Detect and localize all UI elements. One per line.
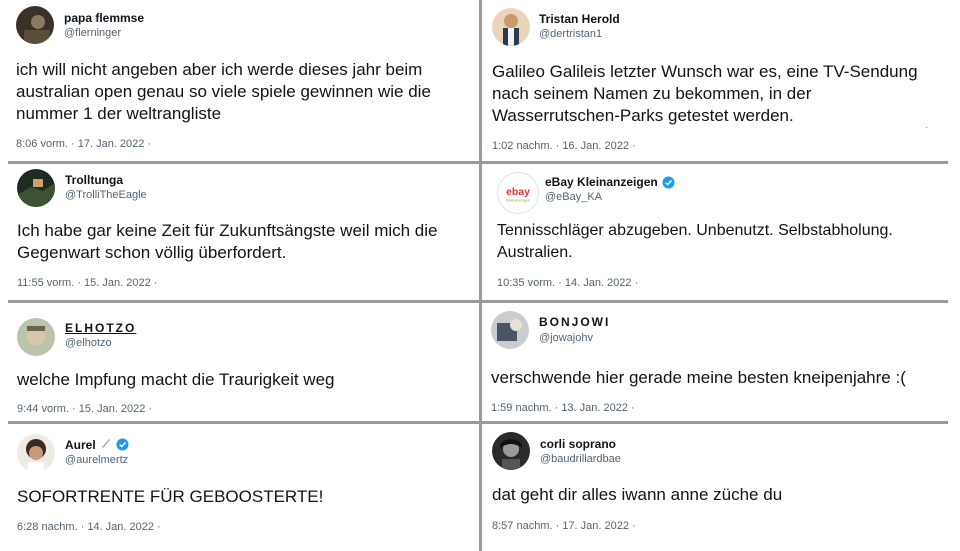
tweet-card[interactable]: Tristan Herold @dertristan1 Galileo Gali… [483, 0, 948, 160]
verified-badge-icon [662, 175, 675, 189]
user-handle[interactable]: @eBay_KA [545, 191, 602, 203]
avatar[interactable] [492, 8, 530, 46]
tweet-text: dat geht dir alles iwann anne züche du [492, 485, 783, 504]
user-handle[interactable]: @elhotzo [65, 337, 112, 349]
tweet-card[interactable]: Aurel @aurelmertz SOFORTRENTE FÜR GEBOOS… [8, 424, 478, 551]
tweet-card[interactable]: Trolltunga @TrolliTheEagle Ich habe gar … [8, 164, 478, 299]
svg-text:Kleinanzeigen: Kleinanzeigen [506, 199, 530, 203]
display-name[interactable]: ELHOTZO [65, 321, 136, 335]
tweet-text: welche Impfung macht die Traurigkeit weg [17, 370, 335, 389]
avatar[interactable] [17, 169, 55, 207]
user-handle[interactable]: @flerninger [64, 27, 121, 39]
avatar[interactable]: ebay Kleinanzeigen [497, 172, 539, 214]
display-name[interactable]: Tristan Herold [539, 12, 620, 26]
tweet-text: ich will nicht angeben aber ich werde di… [16, 60, 431, 123]
tweet-text: Tennisschläger abzugeben. Unbenutzt. Sel… [497, 222, 893, 261]
tweet-timestamp[interactable]: 6:28 nachm. · 14. Jan. 2022 · [17, 521, 161, 533]
tweet-card[interactable]: ebay Kleinanzeigen eBay Kleinanzeigen @e… [483, 164, 948, 299]
tweet-card[interactable]: corli soprano @baudrillardbae dat geht d… [483, 424, 948, 551]
tweet-timestamp[interactable]: 1:02 nachm. · 16. Jan. 2022 · [492, 140, 636, 152]
user-handle[interactable]: @aurelmertz [65, 454, 128, 466]
user-handle[interactable]: @jowajohv [539, 332, 593, 344]
tweet-text: SOFORTRENTE FÜR GEBOOSTERTE! [17, 487, 324, 506]
display-name[interactable]: Aurel [65, 437, 129, 452]
tweet-card[interactable]: papa flemmse @flerninger ich will nicht … [8, 0, 478, 160]
display-name[interactable]: BONJOWI [539, 315, 610, 329]
tweet-timestamp[interactable]: 10:35 vorm. · 14. Jan. 2022 · [497, 277, 638, 289]
display-name[interactable]: corli soprano [540, 437, 616, 451]
avatar[interactable] [492, 432, 530, 470]
tweet-text: Ich habe gar keine Zeit für Zukunftsängs… [17, 221, 438, 262]
user-handle[interactable]: @baudrillardbae [540, 453, 621, 465]
verified-badge-icon [116, 438, 129, 451]
tweet-timestamp[interactable]: 1:59 nachm. · 13. Jan. 2022 · [491, 402, 635, 414]
tweet-text: verschwende hier gerade meine besten kne… [491, 368, 906, 387]
avatar[interactable] [17, 434, 55, 472]
tweet-card[interactable]: BONJOWI @jowajohv verschwende hier gerad… [483, 303, 948, 420]
user-handle[interactable]: @dertristan1 [539, 28, 602, 40]
tweet-timestamp[interactable]: 8:57 nachm. · 17. Jan. 2022 · [492, 520, 636, 532]
tweet-text: Galileo Galileis letzter Wunsch war es, … [492, 62, 918, 125]
ebay-logo-icon: ebay [506, 187, 530, 198]
column-divider [479, 0, 482, 551]
tweet-timestamp[interactable]: 11:55 vorm. · 15. Jan. 2022 · [17, 277, 157, 289]
tweet-timestamp[interactable]: 8:06 vorm. · 17. Jan. 2022 · [16, 138, 151, 150]
rocket-icon [100, 437, 112, 452]
display-name[interactable]: Trolltunga [65, 173, 123, 187]
display-name[interactable]: eBay Kleinanzeigen [545, 175, 675, 189]
user-handle[interactable]: @TrolliTheEagle [65, 189, 147, 201]
avatar[interactable] [17, 318, 55, 356]
tweet-card[interactable]: ELHOTZO @elhotzo welche Impfung macht di… [8, 303, 478, 420]
display-name[interactable]: papa flemmse [64, 11, 144, 25]
avatar[interactable] [16, 6, 54, 44]
avatar[interactable] [491, 311, 529, 349]
tweet-timestamp[interactable]: 9:44 vorm. · 15. Jan. 2022 · [17, 403, 152, 415]
speck: · [925, 122, 929, 133]
